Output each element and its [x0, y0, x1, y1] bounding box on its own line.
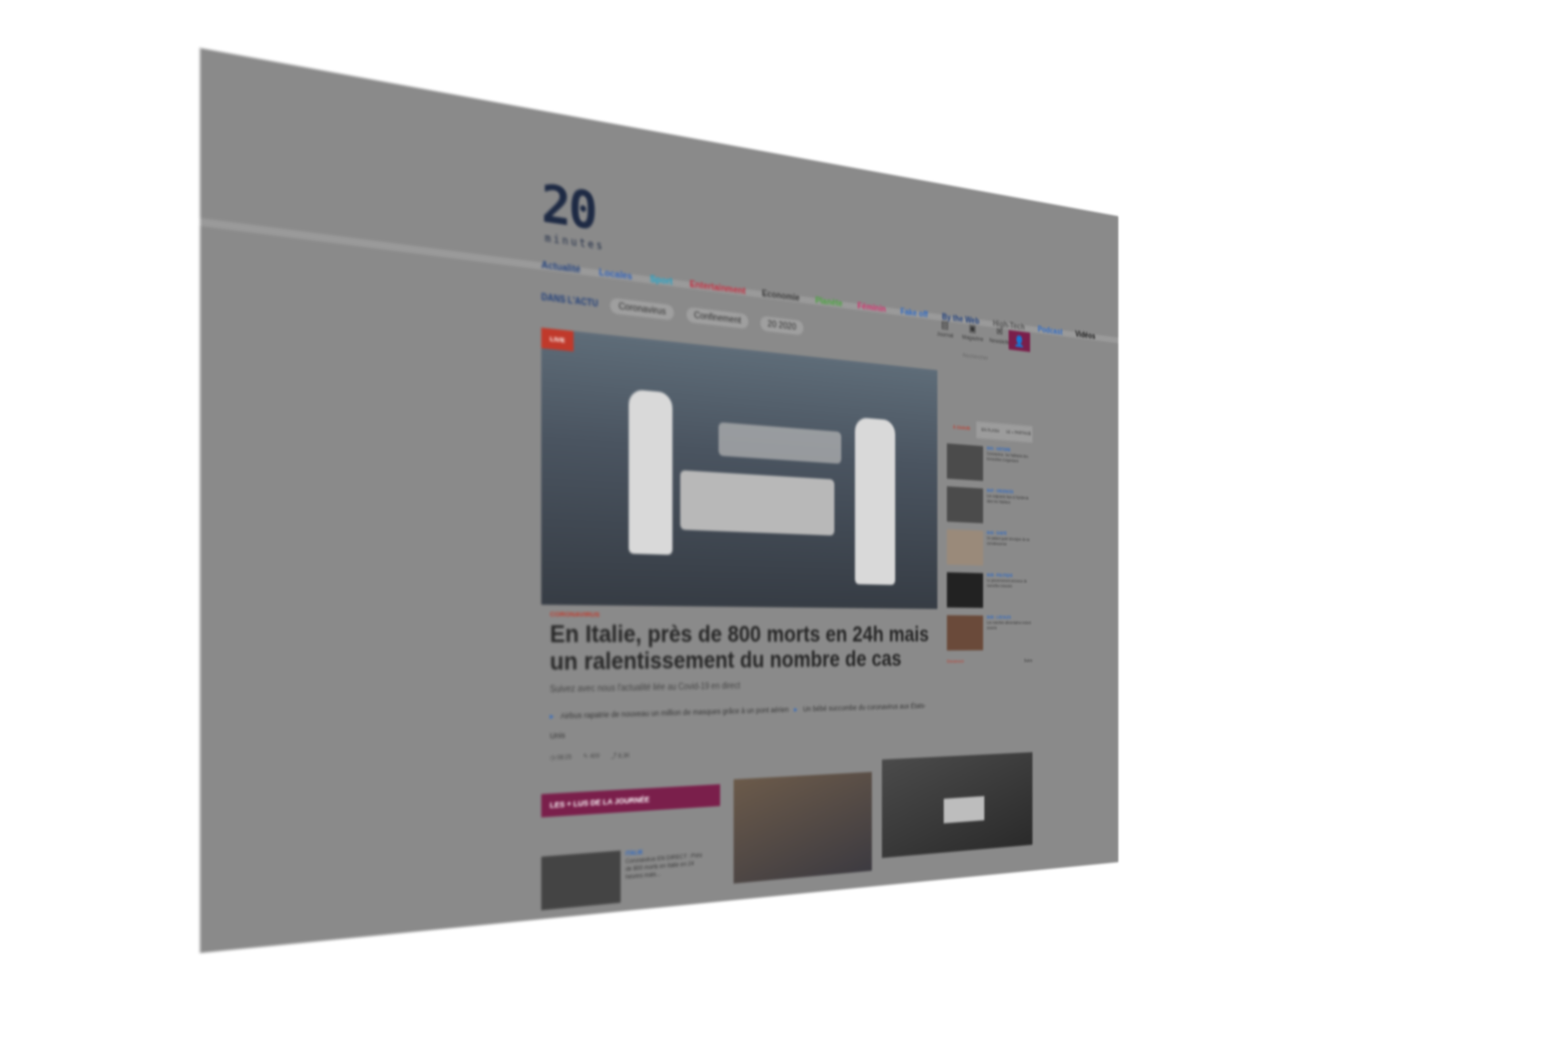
nav-item-sport[interactable]: Sport [650, 274, 673, 287]
share-icon[interactable]: ⤴ 8,3K [611, 751, 630, 761]
thumbnail [946, 443, 984, 481]
thumbnail [946, 529, 984, 566]
sidebar-footer: Directement Suivre [947, 659, 1033, 664]
follow-link[interactable]: Suivre [1024, 659, 1032, 664]
tab-en-flash[interactable]: EN FLASH [976, 421, 1005, 441]
browser-screen: 20 minutes Actualité Locales Sport Enter… [200, 48, 1119, 953]
comments-icon[interactable]: ✎ 409 [583, 752, 599, 761]
hero-headline[interactable]: En Italie, près de 800 morts en 24h mais… [550, 621, 934, 676]
clock-icon: ◷ 08:25 [549, 754, 572, 762]
stage: 20 minutes Actualité Locales Sport Enter… [0, 0, 1550, 1063]
thumbnail [946, 615, 984, 651]
live-link[interactable]: Directement [947, 660, 964, 665]
tab-a-chaud[interactable]: À CHAUD [946, 418, 977, 439]
nav-item-podcast[interactable]: Podcast [1038, 325, 1063, 337]
medic-figure [628, 389, 673, 555]
nav-item-planete[interactable]: Planète [815, 296, 842, 309]
thumbnail [946, 486, 984, 524]
thumbnail [946, 572, 984, 608]
list-item[interactable]: 9h38 · POLITIQUE Le gouvernement annonce … [946, 572, 1033, 608]
article-card-photo[interactable] [881, 752, 1033, 858]
hero-stats: ◷ 08:25 ✎ 409 ⤴ 8,3K [550, 751, 630, 763]
list-item[interactable]: 9h42 · SANTÉ Un patient guéri témoigne de… [946, 529, 1033, 567]
related-links: ▸ Airbus rapatrie de nouveau un million d… [550, 697, 934, 746]
hero-kicker[interactable]: CORONAVIRUS [550, 610, 600, 618]
hero-subtitle: Suivez avec nous l'actualité liée au Cov… [549, 681, 741, 695]
magazine-link[interactable]: ▣ Magazine [962, 321, 984, 343]
list-item[interactable]: 9h47 · URGENCES Les soignants face à l'ép… [946, 486, 1033, 525]
nav-item-feminin[interactable]: Féminin [858, 301, 886, 314]
sidebar-tabs: À CHAUD EN FLASH LE + PARTAGÉ [946, 418, 1033, 443]
medic-figure [854, 417, 896, 586]
card-image-detail [943, 796, 985, 824]
logo-number: 20 [541, 173, 596, 242]
article-card-photo[interactable] [733, 771, 872, 884]
nav-item-locales[interactable]: Locales [599, 267, 632, 282]
nav-item-economie[interactable]: Economie [762, 289, 800, 304]
tab-plus-partage[interactable]: LE + PARTAGÉ [1004, 423, 1033, 443]
thumbnail [541, 850, 621, 911]
tag-coronavirus[interactable]: Coronavirus [609, 296, 675, 322]
related-link[interactable]: Airbus rapatrie de nouveau un million de… [560, 705, 788, 720]
tag-confinement[interactable]: Confinement [685, 305, 750, 331]
nav-item-entertainment[interactable]: Entertainment [690, 279, 746, 296]
live-sidebar: À CHAUD EN FLASH LE + PARTAGÉ 9h51 · HIS… [946, 418, 1033, 664]
search-input[interactable]: Rechercher [963, 352, 989, 362]
nav-item-videos[interactable]: Vidéos [1075, 330, 1095, 341]
hero-image[interactable]: LIVE [541, 327, 938, 609]
arrow-icon: ▸ [549, 711, 554, 721]
user-icon: 👤 [1014, 334, 1025, 348]
account-button[interactable]: 👤 [1008, 330, 1031, 353]
list-item[interactable]: 9h30 · LOCALES Les marchés alimentaires r… [946, 615, 1033, 651]
bed-shape [680, 470, 835, 536]
arrow-icon: ▸ [794, 705, 798, 714]
news-page: 20 minutes Actualité Locales Sport Enter… [541, 173, 1095, 911]
live-badge: LIVE [541, 327, 574, 352]
newsletter-link[interactable]: ✉ Newsletter [989, 325, 1012, 346]
tag-2020[interactable]: 20 2020 [759, 314, 805, 337]
most-read-header: LES + LUS DE LA JOURNÉE [541, 784, 721, 818]
nav-item-fake-off[interactable]: Fake off [900, 307, 927, 320]
dans-lactu-label: DANS L'ACTU [541, 292, 599, 309]
nav-item-actualite[interactable]: Actualité [541, 260, 580, 276]
most-read-item[interactable]: ITALIE Coronavirus EN DIRECT : Près de 80… [541, 844, 704, 911]
journal-link[interactable]: ▤ Journal [934, 317, 956, 339]
list-item[interactable]: 9h51 · HISTOIRE Coronavirus : les habitan… [946, 443, 1033, 484]
